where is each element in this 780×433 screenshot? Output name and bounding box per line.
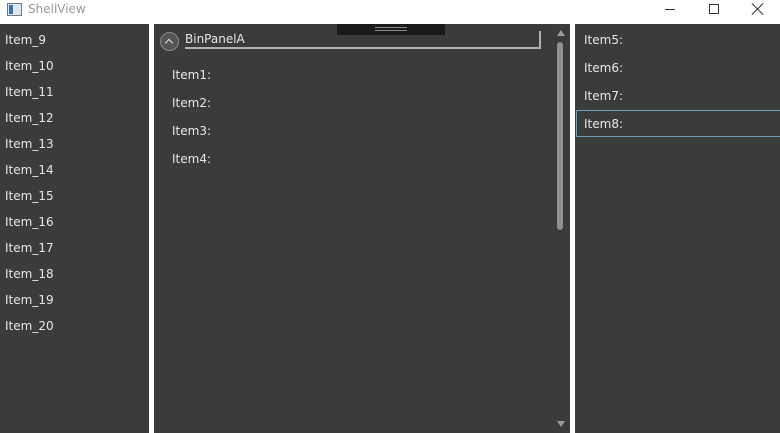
scroll-thumb[interactable] xyxy=(557,42,563,230)
list-item[interactable]: Item_20 xyxy=(5,318,54,334)
list-item[interactable]: Item3: xyxy=(172,123,211,139)
list-item[interactable]: Item_13 xyxy=(5,136,54,152)
list-item[interactable]: Item_9 xyxy=(5,32,46,48)
shell-window: ShellView Item_9 Item_10 Item_11 Item_12… xyxy=(0,0,780,433)
collapse-chevron-icon[interactable] xyxy=(160,32,179,51)
list-item[interactable]: Item1: xyxy=(172,67,211,83)
expander-title: BinPanelA xyxy=(185,32,245,46)
scroll-down-arrow-icon[interactable] xyxy=(557,421,565,427)
list-item[interactable]: Item5: xyxy=(584,32,623,48)
list-item[interactable]: Item_12 xyxy=(5,110,54,126)
left-item-list: Item_9 Item_10 Item_11 Item_12 Item_13 I… xyxy=(0,24,149,433)
close-button[interactable] xyxy=(736,0,780,18)
list-item[interactable]: Item_18 xyxy=(5,266,54,282)
bin-panel-pane: BinPanelA Item1: Item2: Item3: Item4: xyxy=(154,24,570,433)
list-item[interactable]: Item7: xyxy=(584,88,623,104)
window-title: ShellView xyxy=(28,2,86,16)
close-icon xyxy=(751,2,765,16)
right-item-list: Item5: Item6: Item7: Item8: xyxy=(575,24,780,433)
list-item[interactable]: Item_17 xyxy=(5,240,54,256)
list-item[interactable]: Item2: xyxy=(172,95,211,111)
minimize-icon xyxy=(665,8,675,10)
list-item[interactable]: Item6: xyxy=(584,60,623,76)
list-item[interactable]: Item_10 xyxy=(5,58,54,74)
list-item[interactable]: Item4: xyxy=(172,151,211,167)
list-item[interactable]: Item_16 xyxy=(5,214,54,230)
list-item[interactable]: Item_15 xyxy=(5,188,54,204)
maximize-button[interactable] xyxy=(692,0,736,18)
app-window-icon xyxy=(7,3,22,16)
maximize-icon xyxy=(709,4,719,14)
list-item[interactable]: Item_11 xyxy=(5,84,54,100)
title-bar[interactable]: ShellView xyxy=(0,0,780,24)
minimize-button[interactable] xyxy=(648,0,692,18)
list-item[interactable]: Item8: xyxy=(584,116,623,132)
list-item[interactable]: Item_19 xyxy=(5,292,54,308)
list-item[interactable]: Item_14 xyxy=(5,162,54,178)
vertical-scrollbar[interactable] xyxy=(554,28,566,431)
expander-header[interactable]: BinPanelA xyxy=(185,31,541,49)
scroll-up-arrow-icon[interactable] xyxy=(557,30,565,36)
